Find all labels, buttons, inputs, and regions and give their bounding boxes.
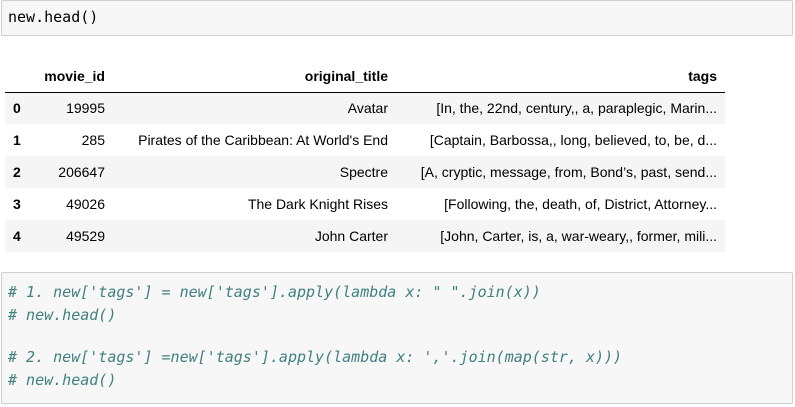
cell-movie-id: 206647: [58, 164, 105, 180]
code-comment-line: # 1. new['tags'] = new['tags'].apply(lam…: [8, 283, 541, 301]
table-row: 0 19995 Avatar [In, the, 22nd, century,,…: [5, 92, 725, 124]
row-index: 3: [13, 196, 21, 212]
column-header-original-title: original_title: [113, 60, 396, 93]
column-header-index: [5, 60, 35, 93]
cell-original-title: John Carter: [314, 228, 388, 244]
cell-tags: [A, cryptic, message, from, Bond’s, past…: [420, 164, 717, 180]
table-row: 2 206647 Spectre [A, cryptic, message, f…: [5, 156, 725, 188]
table-row: 3 49026 The Dark Knight Rises [Following…: [5, 188, 725, 220]
row-index: 1: [13, 132, 21, 148]
column-header-movie-id: movie_id: [35, 60, 113, 93]
cell-movie-id: 19995: [66, 100, 105, 117]
code-line: new.head(): [8, 8, 99, 26]
row-index: 4: [13, 228, 21, 244]
code-comment-line: # new.head(): [8, 306, 117, 324]
cell-tags: [Captain, Barbossa,, long, believed, to,…: [429, 132, 717, 148]
cell-original-title: The Dark Knight Rises: [247, 196, 388, 212]
cell-original-title: Spectre: [339, 164, 388, 180]
cell-movie-id: 285: [81, 132, 105, 148]
cell-tags: [John, Carter, is, a, war-weary,, former…: [440, 228, 717, 244]
code-cell-comments[interactable]: # 1. new['tags'] = new['tags'].apply(lam…: [1, 272, 793, 404]
code-comment-line: # new.head(): [8, 371, 117, 389]
code-comment-line: # 2. new['tags'] =new['tags'].apply(lamb…: [8, 348, 623, 366]
cell-movie-id: 49529: [66, 228, 105, 244]
cell-original-title: Pirates of the Caribbean: At World's End: [138, 132, 388, 148]
cell-original-title: Avatar: [347, 100, 388, 117]
row-index: 2: [13, 164, 21, 180]
table-row: 4 49529 John Carter [John, Carter, is, a…: [5, 220, 725, 252]
column-header-tags: tags: [396, 60, 725, 93]
table-header-row: movie_id original_title tags: [5, 60, 725, 93]
cell-movie-id: 49026: [66, 196, 105, 212]
code-cell-input[interactable]: new.head(): [1, 0, 793, 36]
cell-tags: [Following, the, death, of, District, At…: [444, 196, 717, 212]
row-index: 0: [13, 100, 21, 117]
dataframe-output: movie_id original_title tags 0 19995 Ava…: [5, 60, 725, 252]
cell-tags: [In, the, 22nd, century,, a, paraplegic,…: [436, 100, 717, 117]
table-row: 1 285 Pirates of the Caribbean: At World…: [5, 124, 725, 156]
